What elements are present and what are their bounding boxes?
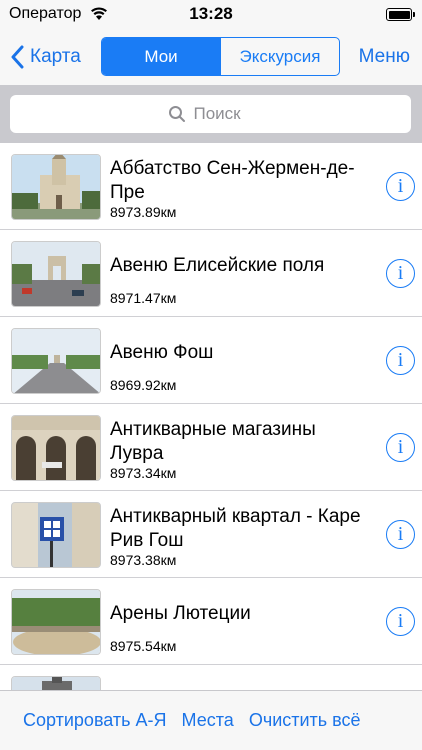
place-distance: 8973.89км (110, 204, 177, 220)
place-title: Аббатство Сен-Жермен-де-Пре (110, 158, 355, 203)
info-icon[interactable]: i (386, 346, 415, 375)
segmented-control: Мои Экскурсия (101, 37, 340, 76)
place-title: Антикварный квартал - Каре Рив Гош (110, 506, 361, 551)
segment-tour[interactable]: Экскурсия (220, 38, 339, 75)
place-title: Авеню Фош (110, 342, 214, 363)
thumbnail-image (11, 154, 101, 220)
thumbnail-image (11, 328, 101, 394)
navigation-bar: Карта Мои Экскурсия Меню (0, 30, 422, 85)
list-item[interactable]: Аббатство Сен-Жермен-де-Пре 8973.89км i (0, 143, 422, 230)
back-button[interactable]: Карта (10, 40, 81, 74)
place-distance: 8971.47км (110, 290, 177, 306)
list-item[interactable]: Антикварные магазины Лувра 8973.34км i (0, 404, 422, 491)
list-item[interactable]: Арены Лютеции 8975.54км i (0, 578, 422, 665)
search-input[interactable] (193, 104, 254, 124)
place-title: Антикварные магазины Лувра (110, 419, 316, 464)
search-bar-area (0, 85, 422, 143)
list-item[interactable] (0, 665, 422, 690)
bottom-toolbar: Сортировать А-Я Места Очистить всё (0, 690, 422, 750)
status-bar: Оператор 13:28 (0, 0, 422, 30)
clear-all-button[interactable]: Очистить всё (249, 710, 361, 731)
battery-icon (386, 8, 415, 21)
thumbnail-image (11, 415, 101, 481)
places-button[interactable]: Места (182, 710, 234, 731)
place-title: Арены Лютеции (110, 603, 251, 624)
list-item[interactable]: Авеню Фош 8969.92км i (0, 317, 422, 404)
battery-level (388, 10, 410, 19)
thumbnail-image (11, 589, 101, 655)
info-icon[interactable]: i (386, 172, 415, 201)
list-item[interactable]: Авеню Елисейские поля 8971.47км i (0, 230, 422, 317)
places-list: Аббатство Сен-Жермен-де-Пре 8973.89км i … (0, 143, 422, 690)
info-icon[interactable]: i (386, 520, 415, 549)
chevron-left-icon (11, 45, 24, 69)
info-icon[interactable]: i (386, 607, 415, 636)
list-item[interactable]: Антикварный квартал - Каре Рив Гош 8973.… (0, 491, 422, 578)
thumbnail-image (11, 502, 101, 568)
place-distance: 8975.54км (110, 638, 177, 654)
back-button-label: Карта (30, 46, 81, 67)
search-icon (168, 106, 185, 122)
info-icon[interactable]: i (386, 433, 415, 462)
place-distance: 8973.34км (110, 465, 177, 481)
place-title: Авеню Елисейские поля (110, 255, 325, 276)
search-field[interactable] (10, 95, 411, 133)
info-icon[interactable]: i (386, 259, 415, 288)
thumbnail-image (11, 676, 101, 690)
thumbnail-image (11, 241, 101, 307)
place-distance: 8973.38км (110, 552, 177, 568)
segment-my[interactable]: Мои (102, 38, 220, 75)
sort-button[interactable]: Сортировать А-Я (23, 710, 167, 731)
clock: 13:28 (189, 4, 233, 23)
menu-button[interactable]: Меню (359, 46, 410, 68)
place-distance: 8969.92км (110, 377, 177, 393)
